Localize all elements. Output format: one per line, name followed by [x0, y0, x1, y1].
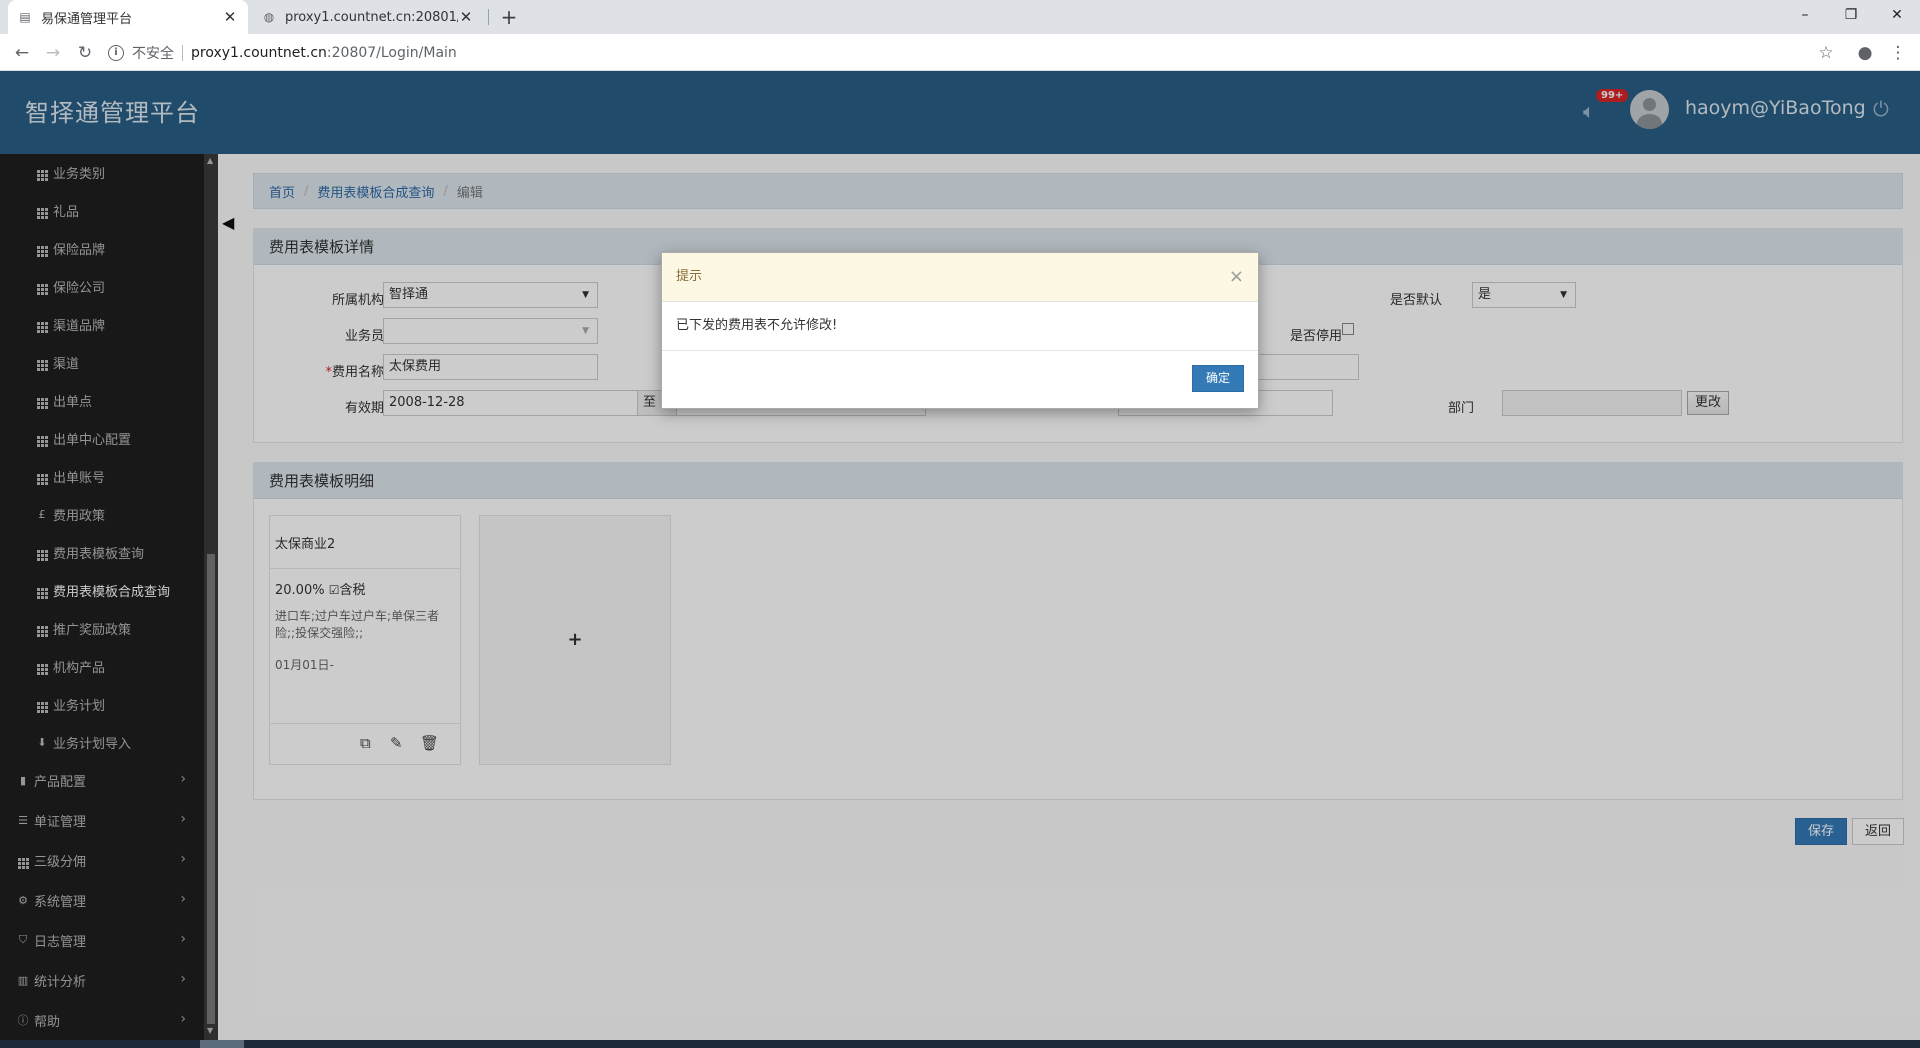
security-label: 不安全: [132, 45, 174, 62]
taskbar-active-item[interactable]: [200, 1040, 244, 1048]
modal-ok-button[interactable]: 确定: [1192, 365, 1244, 392]
modal-backdrop[interactable]: [0, 71, 1920, 1048]
info-icon[interactable]: i: [108, 44, 124, 61]
window-close-button[interactable]: ✕: [1874, 0, 1920, 30]
modal-close-icon[interactable]: ×: [1229, 253, 1244, 301]
tab-title: 易保通管理平台: [41, 11, 133, 27]
reload-icon[interactable]: ↻: [72, 40, 98, 66]
forward-arrow-icon[interactable]: →: [40, 40, 66, 66]
browser-tab[interactable]: ◍ proxy1.countnet.cn:20801/Veh ✕: [252, 0, 484, 34]
modal-title: 提示: [676, 269, 703, 284]
tab-title: proxy1.countnet.cn:20801/Veh: [285, 9, 458, 25]
tab-separator: [488, 9, 489, 25]
url-host: proxy1.countnet.cn: [191, 44, 327, 61]
account-icon[interactable]: ●: [1853, 41, 1877, 65]
url-path: :20807/Login/Main: [326, 44, 457, 61]
page-favicon-icon: ▤: [19, 10, 31, 24]
new-tab-button[interactable]: +: [497, 5, 521, 29]
tab-close-icon[interactable]: ✕: [222, 8, 238, 26]
menu-kebab-icon[interactable]: ⋮: [1886, 41, 1910, 65]
browser-tab-active[interactable]: ▤ 易保通管理平台 ✕: [8, 0, 248, 34]
address-bar[interactable]: i 不安全 proxy1.countnet.cn:20807/Login/Mai…: [108, 38, 1820, 67]
modal-header: 提示 ×: [662, 253, 1258, 302]
browser-tabstrip: ▤ 易保通管理平台 ✕ ◍ proxy1.countnet.cn:20801/V…: [0, 0, 1920, 34]
restore-button[interactable]: ❐: [1828, 0, 1874, 30]
address-divider: [182, 44, 183, 61]
bookmark-star-icon[interactable]: ☆: [1814, 41, 1838, 65]
minimize-button[interactable]: –: [1782, 0, 1828, 30]
browser-toolbar: ← → ↻ i 不安全 proxy1.countnet.cn:20807/Log…: [0, 34, 1920, 71]
modal-message: 已下发的费用表不允许修改!: [662, 302, 1258, 351]
back-arrow-icon[interactable]: ←: [9, 40, 35, 66]
alert-modal: 提示 × 已下发的费用表不允许修改! 确定: [661, 252, 1259, 409]
tab-close-icon[interactable]: ✕: [458, 8, 474, 26]
os-taskbar: [0, 1040, 1920, 1048]
modal-footer: 确定: [662, 351, 1258, 408]
globe-icon: ◍: [263, 10, 275, 24]
